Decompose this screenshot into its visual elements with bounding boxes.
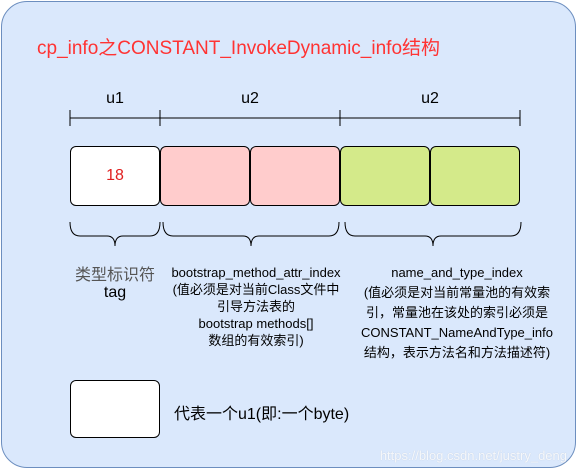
legend-box bbox=[70, 380, 160, 438]
bootstrap-desc-line: (值必须是对当前Class文件中 bbox=[172, 282, 340, 297]
bootstrap-desc-line: 引导方法表的 bbox=[216, 299, 295, 314]
bootstrap-desc-line: bootstrap methods[] bbox=[198, 316, 314, 331]
name-and-type-field-name: name_and_type_index bbox=[391, 265, 523, 280]
name-and-type-desc-line: 引，常量池在该处的索引必须是 bbox=[365, 305, 548, 320]
bootstrap-field-name: bootstrap_method_attr_index bbox=[171, 265, 341, 280]
bootstrap-description: bootstrap_method_attr_index (值必须是对当前Clas… bbox=[148, 264, 364, 349]
byte-box-name-type-2 bbox=[430, 146, 520, 206]
brace-tag bbox=[69, 221, 161, 247]
byte-box-bootstrap-2 bbox=[250, 146, 340, 206]
name-and-type-desc-line: (值必须是对当前常量池的有效索 bbox=[363, 285, 551, 300]
brace-name-and-type bbox=[344, 221, 522, 247]
watermark: https://blog.csdn.net/justry_deng bbox=[379, 448, 567, 463]
byte-box-bootstrap-1 bbox=[160, 146, 250, 206]
brace-bootstrap bbox=[162, 221, 340, 247]
name-and-type-description: name_and_type_index (值必须是对当前常量池的有效索 引，常量… bbox=[344, 264, 570, 361]
legend-text: 代表一个u1(即:一个byte) bbox=[174, 406, 350, 423]
bootstrap-desc-line: 数组的有效索引) bbox=[208, 333, 304, 348]
name-and-type-desc-line: CONSTANT_NameAndType_info bbox=[361, 325, 553, 340]
tag-value: 18 bbox=[106, 167, 124, 184]
name-and-type-desc-line: 结构，表示方法名和方法描述符) bbox=[363, 345, 551, 360]
byte-box-tag: 18 bbox=[70, 146, 160, 206]
byte-box-name-type-1 bbox=[340, 146, 430, 206]
